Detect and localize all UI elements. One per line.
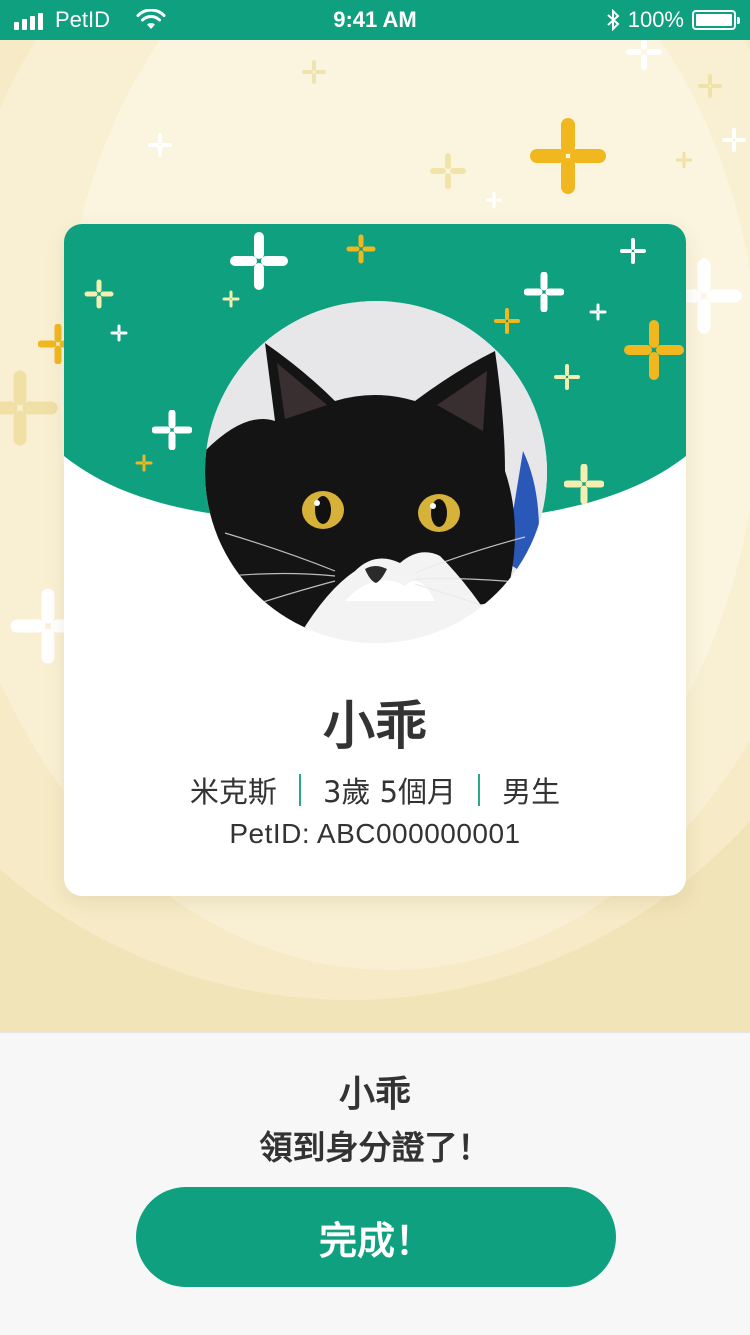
cat-photo-illustration [205,301,547,643]
sparkle-icon [698,74,722,98]
bluetooth-icon [607,9,620,31]
sparkle-icon [564,464,604,504]
sparkle-icon [148,133,172,157]
pet-name: 小乖 [322,697,427,757]
divider [478,774,481,806]
bottom-panel: 小乖 領到身分證了！ 完成！ [0,1032,750,1335]
sparkle-icon [554,364,580,390]
sparkle-icon [589,303,607,321]
message-pet-name: 小乖 [338,1074,411,1115]
sparkle-icon [110,324,128,342]
battery-percent: 100% [627,7,684,32]
pet-age: 3歲 5個月 [322,775,457,809]
sparkle-icon [302,60,326,84]
sparkle-icon [346,234,376,264]
pet-info-row: 米克斯 3歲 5個月 男生 [64,769,686,811]
sparkle-icon [0,370,58,446]
sparkle-icon [494,308,520,334]
pet-gender: 男生 [502,775,561,809]
pet-photo [205,301,547,643]
pet-id-card: 小乖 米克斯 3歲 5個月 男生 PetID: ABC000000001 [64,224,686,896]
pet-breed: 米克斯 [189,775,277,809]
done-button[interactable]: 完成！ [136,1187,616,1287]
sparkle-icon [626,40,662,70]
sparkle-icon [84,279,114,309]
sparkle-icon [530,118,606,194]
sparkle-icon [152,410,192,450]
sparkle-icon [230,232,288,290]
sparkle-icon [620,238,646,264]
sparkle-icon [135,454,153,472]
status-bar: PetID 9:41 AM 100% [0,0,750,40]
sparkle-icon [524,272,564,312]
sparkle-icon [486,192,502,208]
sparkle-icon [222,290,240,308]
battery-icon [692,10,740,30]
status-right: 100% [606,0,740,40]
message-text: 領到身分證了！ [259,1128,491,1167]
sparkle-icon [624,320,684,380]
pet-id-number: PetID: ABC000000001 [229,818,521,849]
divider [298,774,301,806]
sparkle-icon [722,128,746,152]
sparkle-icon [676,152,692,168]
sparkle-icon [430,153,466,189]
